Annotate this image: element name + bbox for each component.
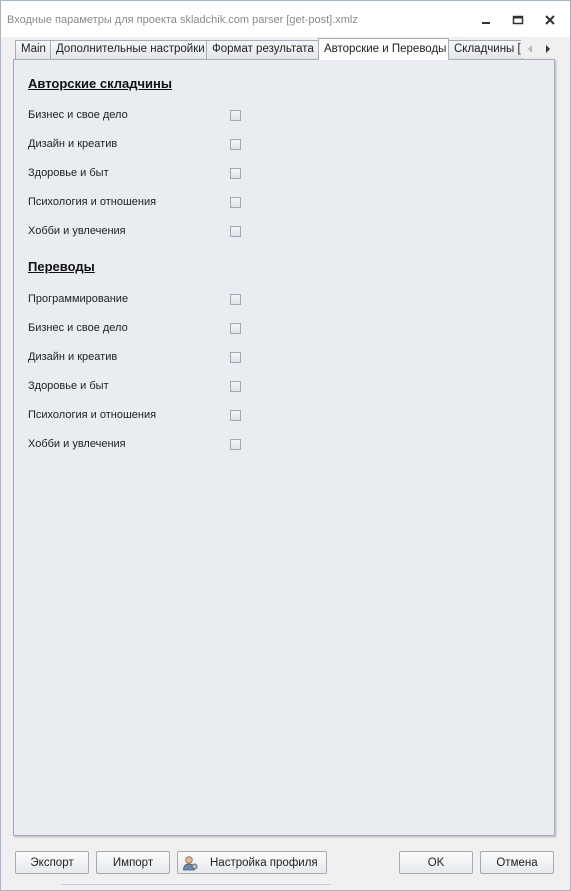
export-button-label: Экспорт bbox=[30, 856, 74, 869]
tab-skladchiny[interactable]: Складчины [1 bbox=[448, 40, 523, 59]
translations-item-label: Дизайн и креатив bbox=[28, 351, 118, 363]
chevron-right-icon bbox=[546, 45, 550, 53]
translations-item-label: Здоровье и быт bbox=[28, 380, 109, 392]
window-title: Входные параметры для проекта skladchik.… bbox=[7, 14, 358, 26]
translations-item-label: Программирование bbox=[28, 293, 129, 305]
bottom-divider bbox=[61, 884, 331, 885]
title-bar[interactable]: Входные параметры для проекта skladchik.… bbox=[1, 1, 570, 37]
translations-hobby-checkbox[interactable] bbox=[230, 439, 241, 450]
author-item-label: Бизнес и свое дело bbox=[28, 109, 128, 121]
tab-main[interactable]: Main bbox=[15, 40, 51, 59]
section-title-translations: Переводы bbox=[28, 259, 95, 274]
cancel-button[interactable]: Отмена bbox=[480, 851, 554, 874]
section-title-author: Авторские складчины bbox=[28, 76, 172, 91]
tab-panel-author-translations: Авторские складчины Бизнес и свое дело Д… bbox=[13, 59, 555, 836]
profile-settings-button-label: Настройка профиля bbox=[210, 856, 318, 869]
author-item-label: Здоровье и быт bbox=[28, 167, 109, 179]
translations-business-checkbox[interactable] bbox=[230, 323, 241, 334]
minimize-button[interactable] bbox=[475, 10, 497, 30]
cancel-button-label: Отмена bbox=[496, 856, 538, 869]
user-icon bbox=[183, 855, 198, 870]
export-button[interactable]: Экспорт bbox=[15, 851, 89, 874]
tab-result-format[interactable]: Формат результата bbox=[206, 40, 319, 59]
chevron-left-icon bbox=[528, 45, 532, 53]
restore-icon bbox=[512, 15, 524, 25]
import-button-label: Импорт bbox=[112, 856, 154, 869]
author-item-label: Дизайн и креатив bbox=[28, 138, 118, 150]
close-icon bbox=[545, 15, 555, 25]
author-item-label: Психология и отношения bbox=[28, 196, 157, 208]
translations-design-checkbox[interactable] bbox=[230, 352, 241, 363]
translations-programming-checkbox[interactable] bbox=[230, 294, 241, 305]
author-hobby-checkbox[interactable] bbox=[230, 226, 241, 237]
translations-item-label: Психология и отношения bbox=[28, 409, 157, 421]
import-button[interactable]: Импорт bbox=[96, 851, 170, 874]
minimize-icon bbox=[482, 22, 490, 24]
translations-psychology-checkbox[interactable] bbox=[230, 410, 241, 421]
dialog-window: Входные параметры для проекта skladchik.… bbox=[0, 0, 571, 891]
translations-item-label: Бизнес и свое дело bbox=[28, 322, 128, 334]
author-business-checkbox[interactable] bbox=[230, 110, 241, 121]
close-button[interactable] bbox=[539, 10, 561, 30]
tab-strip: Main Дополнительные настройки Формат рез… bbox=[13, 38, 557, 60]
ok-button[interactable]: OK bbox=[399, 851, 473, 874]
tab-author-translations[interactable]: Авторские и Переводы bbox=[318, 38, 449, 60]
restore-button[interactable] bbox=[507, 10, 529, 30]
profile-settings-button[interactable]: Настройка профиля bbox=[177, 851, 327, 874]
author-item-label: Хобби и увлечения bbox=[28, 225, 126, 237]
tab-scroll-left-button[interactable] bbox=[521, 40, 539, 58]
author-design-checkbox[interactable] bbox=[230, 139, 241, 150]
translations-item-label: Хобби и увлечения bbox=[28, 438, 126, 450]
tab-additional-settings[interactable]: Дополнительные настройки bbox=[50, 40, 207, 59]
ok-button-label: OK bbox=[427, 856, 445, 869]
author-psychology-checkbox[interactable] bbox=[230, 197, 241, 208]
translations-health-checkbox[interactable] bbox=[230, 381, 241, 392]
author-health-checkbox[interactable] bbox=[230, 168, 241, 179]
tab-scroll-right-button[interactable] bbox=[539, 40, 557, 58]
